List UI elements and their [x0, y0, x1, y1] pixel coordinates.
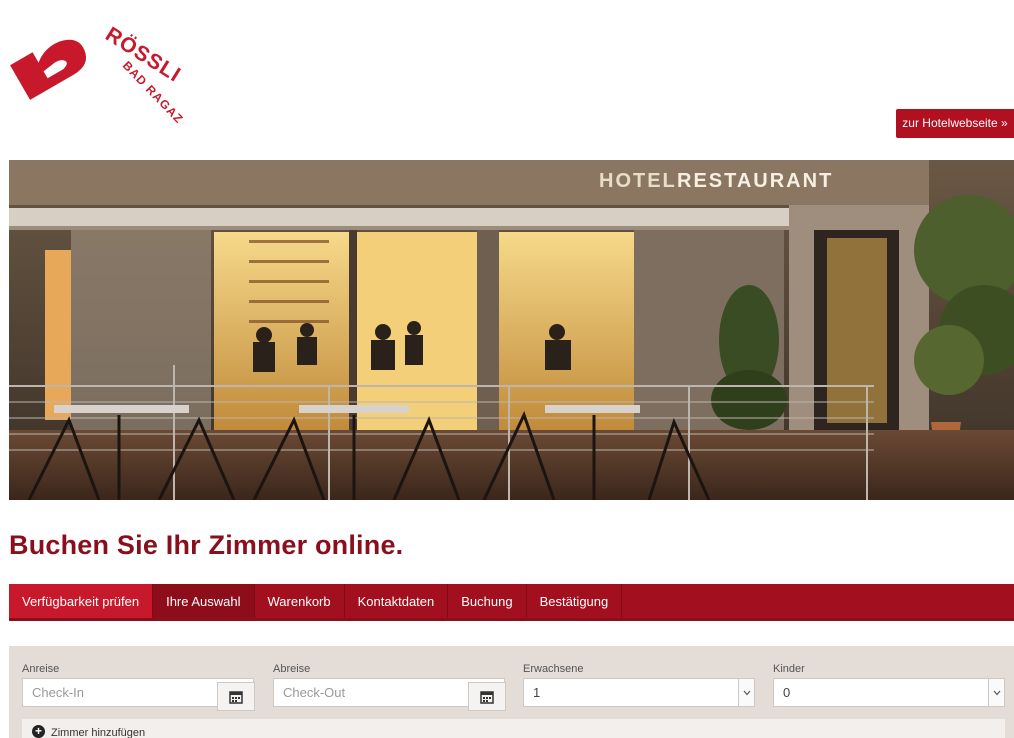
- step-availability[interactable]: Verfügbarkeit prüfen: [9, 584, 154, 618]
- hero-sign-hotel: HOTEL: [599, 170, 677, 192]
- calendar-icon: [480, 690, 494, 704]
- chevron-down-icon[interactable]: [738, 679, 754, 706]
- hero-image: HOTEL RESTAURANT: [9, 160, 1014, 500]
- add-room-label: Zimmer hinzufügen: [51, 727, 146, 738]
- children-value: 0: [783, 685, 791, 700]
- adults-label: Erwachsene: [523, 663, 584, 675]
- adults-value: 1: [533, 685, 541, 700]
- checkout-calendar-button[interactable]: [468, 682, 506, 711]
- logo-mark-icon: [10, 39, 87, 100]
- calendar-icon: [229, 690, 243, 704]
- checkin-label: Anreise: [22, 663, 60, 675]
- add-room-button[interactable]: + Zimmer hinzufügen: [22, 719, 1005, 738]
- step-cart[interactable]: Warenkorb: [255, 584, 345, 618]
- step-booking[interactable]: Buchung: [448, 584, 527, 618]
- step-selection[interactable]: Ihre Auswahl: [153, 584, 255, 618]
- plus-circle-icon: +: [32, 724, 45, 738]
- chevron-down-icon[interactable]: [988, 679, 1004, 706]
- page-title: Buchen Sie Ihr Zimmer online.: [9, 530, 404, 560]
- step-confirmation[interactable]: Bestätigung: [527, 584, 623, 618]
- booking-steps-nav: Verfügbarkeit prüfen Ihre Auswahl Warenk…: [9, 584, 1014, 621]
- hotel-logo[interactable]: RÖSSLI BAD RAGAZ: [6, 8, 196, 143]
- hotel-website-link[interactable]: zur Hotelwebseite »: [896, 109, 1014, 138]
- adults-select[interactable]: 1: [523, 678, 755, 707]
- checkout-field: Abreise Check-Out: [273, 663, 506, 711]
- checkout-label: Abreise: [273, 663, 311, 675]
- children-label: Kinder: [773, 663, 805, 675]
- children-field: Kinder 0: [773, 663, 1005, 707]
- checkin-field: Anreise Check-In: [22, 663, 255, 711]
- availability-form: Anreise Check-In Abreise Check-Out Erwac…: [9, 646, 1014, 738]
- step-contact[interactable]: Kontaktdaten: [345, 584, 449, 618]
- adults-field: Erwachsene 1: [523, 663, 755, 707]
- hero-sign-restaurant: RESTAURANT: [677, 170, 833, 192]
- children-select[interactable]: 0: [773, 678, 1005, 707]
- checkin-calendar-button[interactable]: [217, 682, 255, 711]
